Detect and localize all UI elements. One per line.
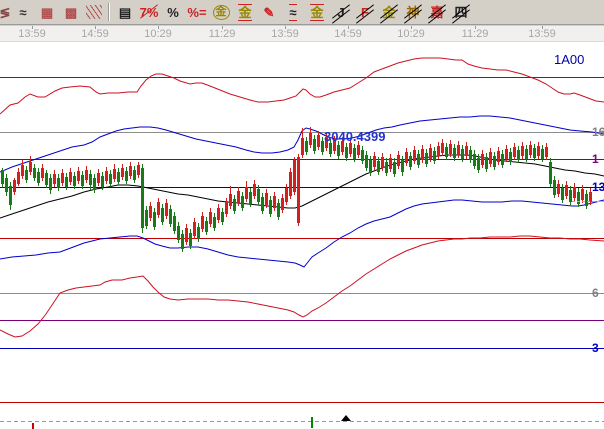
axis-price-label: 3 bbox=[592, 341, 599, 355]
triangle-marker bbox=[341, 415, 351, 421]
tool-gold2-icon[interactable]: 金 bbox=[378, 2, 400, 22]
candles bbox=[1, 127, 592, 252]
volume-bars-icon-glyph: ▤ bbox=[119, 6, 131, 19]
partial-trend-icon-glyph: ≶ bbox=[0, 6, 10, 19]
tool-si-icon-glyph: 四 bbox=[454, 6, 467, 19]
gold-lines-icon[interactable]: 金 bbox=[234, 2, 256, 22]
lower-red-band-line bbox=[0, 236, 604, 337]
percent-lines-icon[interactable]: %= bbox=[186, 2, 208, 22]
time-label: 10:29 bbox=[144, 28, 172, 40]
tool-shen-icon[interactable]: 神 bbox=[402, 2, 424, 22]
time-label: 13:59 bbox=[271, 28, 299, 40]
axis-price-label: 13 bbox=[592, 180, 604, 194]
tool-jia-icon-glyph: 嘉 bbox=[430, 6, 443, 19]
time-label: 11:29 bbox=[209, 28, 236, 40]
time-axis: 13:59 14:59 10:29 11:29 13:59 14:59 10:29 11:29… bbox=[0, 26, 604, 42]
chart-pane[interactable]: 3040.4399 1A00 16 1 13 6 3 bbox=[0, 42, 604, 429]
wave-band-icon-glyph: ≈ bbox=[289, 4, 296, 21]
volume-bars-icon[interactable]: ▤ bbox=[114, 2, 136, 22]
tool-jia-icon[interactable]: 嘉 bbox=[426, 2, 448, 22]
brush-icon[interactable]: ✎ bbox=[258, 2, 280, 22]
brush-icon-glyph: ✎ bbox=[264, 6, 275, 19]
time-label: 14:59 bbox=[334, 28, 362, 40]
percent7-icon-glyph: 7% bbox=[140, 6, 159, 19]
instrument-code-label: 1A00 bbox=[554, 52, 584, 67]
upper-red-band-line bbox=[0, 58, 604, 114]
price-value-label: 3040.4399 bbox=[324, 129, 385, 144]
axis-price-label: 1 bbox=[592, 152, 599, 166]
tool-f-icon[interactable]: F bbox=[354, 2, 376, 22]
zigzag-icon-glyph: ≈ bbox=[19, 6, 26, 19]
percent-icon[interactable]: % bbox=[162, 2, 184, 22]
gold-circle-icon-glyph: 金 bbox=[213, 5, 230, 20]
tool-shen-icon-glyph: 神 bbox=[406, 6, 419, 19]
tool-si-icon[interactable]: 四 bbox=[450, 2, 472, 22]
app-window: ≶≈▦▩▤7%%%=金金✎≈金JF金神嘉四 13:5914:5910:2911:… bbox=[0, 0, 604, 429]
time-label: 13:59 bbox=[18, 28, 46, 40]
percent7-icon[interactable]: 7% bbox=[138, 2, 160, 22]
tool-f-icon-glyph: F bbox=[361, 6, 369, 19]
gold-lines-icon-glyph: 金 bbox=[238, 4, 251, 21]
tool-gold2-icon-glyph: 金 bbox=[382, 6, 395, 19]
zigzag-icon[interactable]: ≈ bbox=[12, 2, 34, 22]
wave-band-icon[interactable]: ≈ bbox=[282, 2, 304, 22]
grid-arrow-icon-glyph: ▩ bbox=[65, 6, 77, 19]
tool-j-icon-glyph: J bbox=[337, 6, 344, 19]
diagonal-lines-icon[interactable] bbox=[86, 5, 102, 19]
axis-price-label: 6 bbox=[592, 286, 599, 300]
gold-underline-icon-glyph: 金 bbox=[310, 4, 323, 21]
axis-price-label: 16 bbox=[592, 125, 604, 139]
time-label: 14:59 bbox=[81, 28, 109, 40]
grid-icon-glyph: ▦ bbox=[41, 6, 53, 19]
candlestick-chart[interactable] bbox=[0, 42, 604, 429]
gold-underline-icon[interactable]: 金 bbox=[306, 2, 328, 22]
toolbar: ≶≈▦▩▤7%%%=金金✎≈金JF金神嘉四 bbox=[0, 0, 604, 25]
gold-circle-icon[interactable]: 金 bbox=[210, 2, 232, 22]
time-label: 10:29 bbox=[397, 28, 425, 40]
tool-j-icon[interactable]: J bbox=[330, 2, 352, 22]
partial-trend-icon[interactable]: ≶ bbox=[0, 2, 10, 22]
percent-icon-glyph: % bbox=[167, 6, 179, 19]
time-label: 13:59 bbox=[528, 28, 556, 40]
toolbar-separator bbox=[108, 3, 110, 21]
time-label: 11:29 bbox=[462, 28, 489, 40]
grid-arrow-icon[interactable]: ▩ bbox=[60, 2, 82, 22]
percent-lines-icon-glyph: %= bbox=[187, 6, 206, 19]
grid-icon[interactable]: ▦ bbox=[36, 2, 58, 22]
lower-blue-band-line bbox=[0, 200, 604, 267]
